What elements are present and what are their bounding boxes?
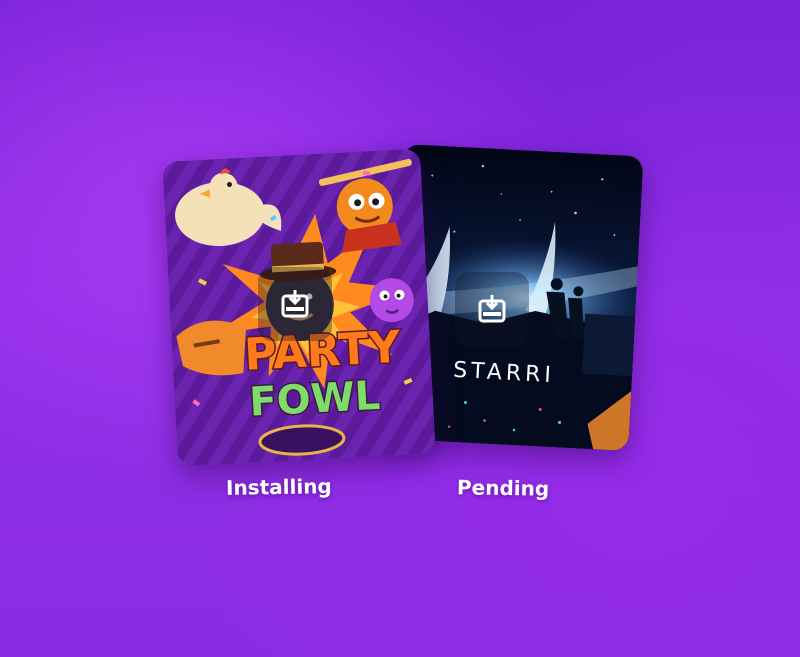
download-indicator-starri bbox=[455, 272, 529, 346]
download-icon bbox=[281, 290, 309, 318]
starri-logo-text: STARRI bbox=[453, 358, 556, 388]
status-label-installing: Installing bbox=[225, 474, 332, 500]
download-indicator-party-fowl bbox=[258, 267, 332, 341]
party-fowl-logo-line2: FOWL bbox=[248, 373, 381, 426]
library-stage: STARRI PARTY FOWL Installing Pending bbox=[0, 0, 800, 657]
status-label-pending: Pending bbox=[456, 475, 550, 501]
download-icon bbox=[478, 295, 506, 323]
